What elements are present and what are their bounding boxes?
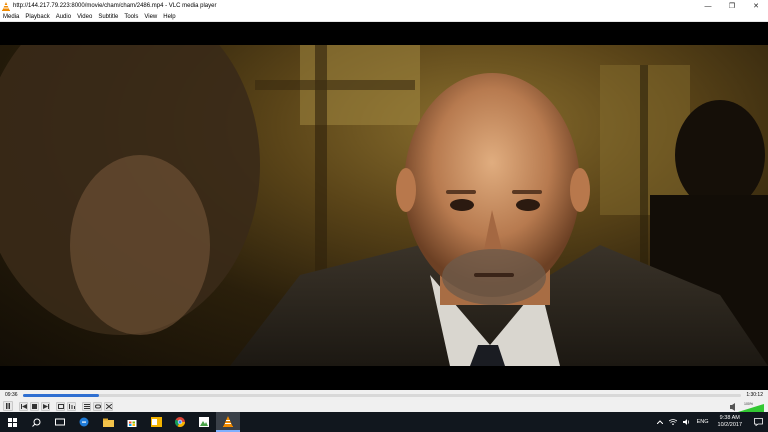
store-bag-icon (127, 420, 137, 427)
image-app-button[interactable] (192, 412, 216, 432)
input-language[interactable]: ENG (694, 419, 712, 425)
skip-back-icon (20, 403, 27, 409)
menu-playback[interactable]: Playback (22, 14, 52, 20)
volume-control[interactable]: 100% (730, 400, 766, 412)
fullscreen-button[interactable] (56, 401, 65, 411)
menu-bar: Media Playback Audio Video Subtitle Tool… (0, 12, 768, 22)
volume-percent: 100% (744, 402, 753, 406)
image-editor-icon (199, 417, 209, 427)
wifi-icon (668, 419, 677, 425)
show-hidden-icons-button[interactable] (654, 420, 666, 424)
search-button[interactable] (24, 412, 48, 432)
title-bar: http://144.217.79.223:8000/movie/cham/ch… (0, 0, 768, 12)
speaker-icon[interactable] (730, 403, 735, 411)
loop-icon (94, 404, 101, 408)
fullscreen-icon (57, 403, 64, 409)
movie-scene (0, 45, 768, 366)
seek-slider[interactable] (22, 393, 742, 397)
search-icon (31, 418, 40, 427)
equalizer-icon (68, 403, 75, 409)
seek-progress (22, 393, 100, 397)
video-area[interactable] (0, 22, 768, 390)
next-button[interactable] (41, 401, 50, 411)
shuffle-button[interactable] (104, 401, 113, 411)
minimize-button[interactable]: — (696, 0, 720, 12)
clock-date: 10/2/2017 (717, 422, 742, 428)
menu-help[interactable]: Help (160, 14, 178, 20)
stop-button[interactable] (30, 401, 39, 411)
volume-tray-button[interactable] (680, 419, 694, 425)
clock-time: 9:38 AM (719, 415, 740, 421)
loop-button[interactable] (93, 401, 102, 411)
store-button[interactable] (120, 412, 144, 432)
vlc-taskbar-button[interactable] (216, 412, 240, 432)
extended-settings-button[interactable] (67, 401, 76, 411)
close-button[interactable]: ✕ (744, 0, 768, 12)
action-center-button[interactable] (748, 412, 768, 432)
edge-browser-icon (79, 417, 89, 427)
vlc-cone-icon (1, 1, 11, 11)
network-button[interactable] (666, 419, 680, 425)
skip-forward-icon (42, 403, 49, 409)
notification-icon (753, 418, 763, 426)
window-title: http://144.217.79.223:8000/movie/cham/ch… (13, 3, 217, 9)
elapsed-time: 09:36 (5, 392, 18, 398)
chrome-icon (175, 417, 185, 427)
stop-icon (32, 403, 37, 409)
system-tray: ENG 9:38 AM 10/2/2017 (654, 412, 768, 432)
playlist-button[interactable] (82, 401, 91, 411)
outlook-button[interactable] (144, 412, 168, 432)
menu-media[interactable]: Media (0, 14, 22, 20)
folder-icon (102, 418, 114, 427)
speaker-icon (682, 419, 689, 425)
taskbar: ENG 9:38 AM 10/2/2017 (0, 412, 768, 432)
menu-view[interactable]: View (141, 14, 160, 20)
menu-audio[interactable]: Audio (53, 14, 74, 20)
playback-controls (0, 400, 768, 412)
chrome-button[interactable] (168, 412, 192, 432)
total-time: 1:30:12 (746, 392, 763, 398)
menu-tools[interactable]: Tools (121, 14, 141, 20)
previous-button[interactable] (19, 401, 28, 411)
menu-subtitle[interactable]: Subtitle (95, 14, 121, 20)
windows-logo-icon (7, 417, 17, 427)
vlc-cone-icon (223, 415, 233, 427)
task-view-icon (55, 418, 65, 426)
edge-taskbar-button[interactable] (72, 412, 96, 432)
pause-button[interactable] (3, 401, 13, 411)
outlook-icon (150, 417, 162, 427)
video-frame[interactable] (0, 45, 768, 366)
maximize-button[interactable]: ❐ (720, 0, 744, 12)
file-explorer-button[interactable] (96, 412, 120, 432)
menu-video[interactable]: Video (74, 14, 95, 20)
start-button[interactable] (0, 412, 24, 432)
playlist-icon (83, 403, 90, 409)
seek-bar-row: 09:36 1:30:12 (0, 390, 768, 400)
shuffle-icon (105, 403, 112, 409)
task-view-button[interactable] (48, 412, 72, 432)
chevron-up-icon (656, 420, 663, 424)
clock[interactable]: 9:38 AM 10/2/2017 (712, 415, 748, 429)
pause-icon (6, 403, 10, 409)
